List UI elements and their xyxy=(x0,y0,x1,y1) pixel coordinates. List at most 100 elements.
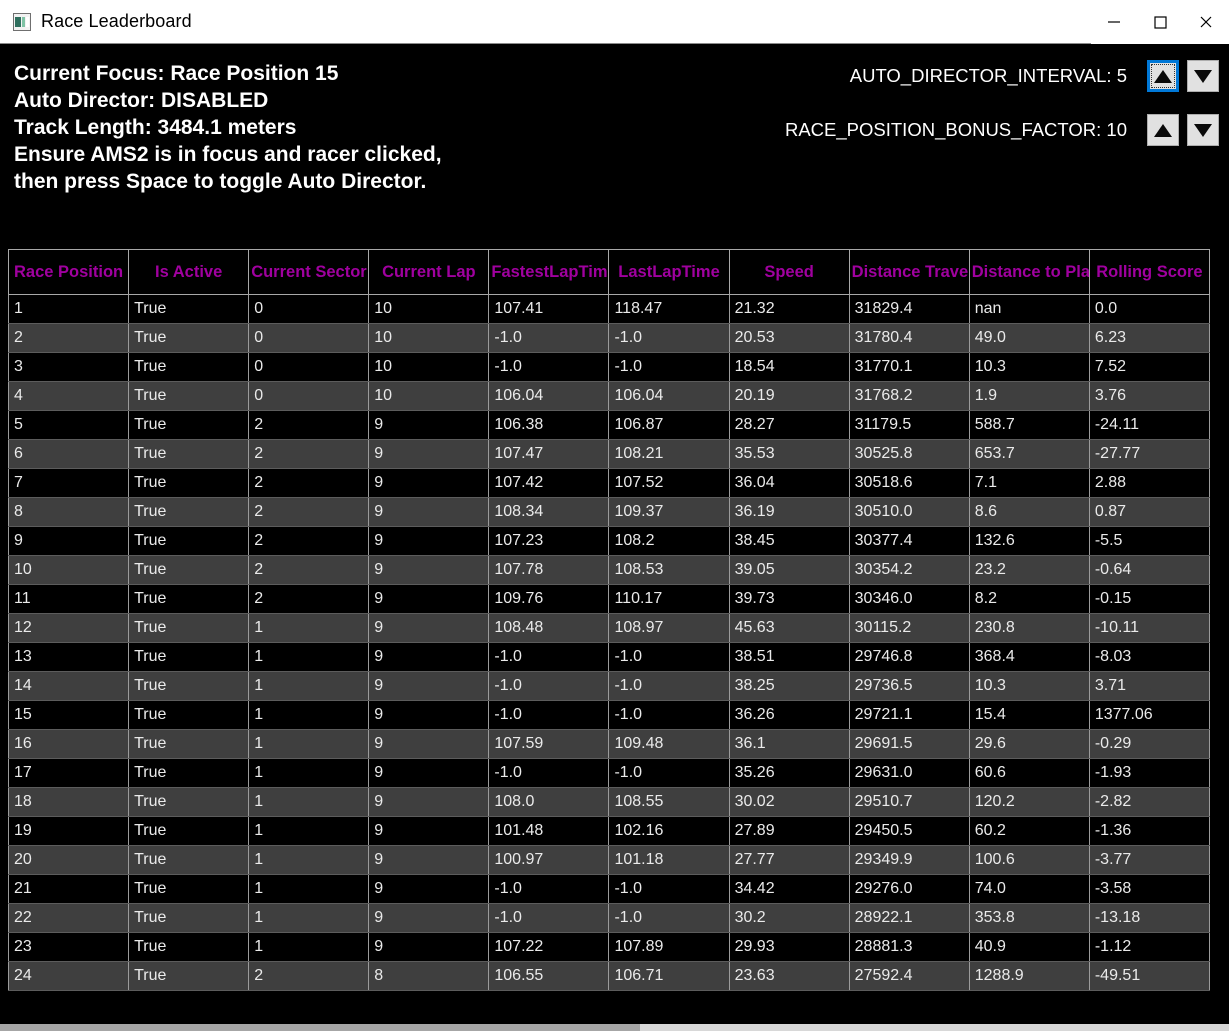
table-row[interactable]: 9 True 2 9 107.23 108.2 38.45 30377.4 132.6 -5.5 xyxy=(8,526,1211,556)
column-header-race-position[interactable]: Race Position xyxy=(8,249,130,295)
cell-distance-to-player-ahead: nan xyxy=(968,294,1090,324)
cell-fastest-lap-time: 106.38 xyxy=(488,410,610,440)
cell-distance-travelled: 29349.9 xyxy=(848,845,970,875)
table-row[interactable]: 2 True 0 10 -1.0 -1.0 20.53 31780.4 49.0 6.23 xyxy=(8,323,1211,353)
cell-distance-travelled: 30525.8 xyxy=(848,439,970,469)
taskbar-peek-left xyxy=(0,1024,640,1031)
table-row[interactable]: 5 True 2 9 106.38 106.87 28.27 31179.5 588.7 -24.… xyxy=(8,410,1211,440)
table-row[interactable]: 4 True 0 10 106.04 106.04 20.19 31768.2 1.9 3.76 xyxy=(8,381,1211,411)
cell-distance-to-player-ahead: 1288.9 xyxy=(968,961,1090,991)
cell-rolling-score: -24.11 xyxy=(1088,410,1211,440)
leaderboard-table-container[interactable]: Race Position Is Active Current Sector C… xyxy=(8,249,1221,1001)
cell-distance-to-player-ahead: 8.2 xyxy=(968,584,1090,614)
cell-speed: 27.77 xyxy=(728,845,850,875)
cell-is-active: True xyxy=(128,294,250,324)
cell-fastest-lap-time: -1.0 xyxy=(488,903,610,933)
auto-director-interval-decrease-button[interactable] xyxy=(1187,60,1219,92)
table-row[interactable]: 22 True 1 9 -1.0 -1.0 30.2 28922.1 353.8 -13.18 xyxy=(8,903,1211,933)
cell-rolling-score: 2.88 xyxy=(1088,468,1211,498)
table-row[interactable]: 1 True 0 10 107.41 118.47 21.32 31829.4 nan 0.0 xyxy=(8,294,1211,324)
cell-current-sector: 1 xyxy=(248,932,370,962)
cell-speed: 39.73 xyxy=(728,584,850,614)
cell-distance-travelled: 29450.5 xyxy=(848,816,970,846)
column-header-distance-travelled[interactable]: Distance Travelled xyxy=(848,249,970,295)
table-row[interactable]: 19 True 1 9 101.48 102.16 27.89 29450.5 60.2 -1.3… xyxy=(8,816,1211,846)
column-header-is-active[interactable]: Is Active xyxy=(128,249,250,295)
cell-speed: 36.26 xyxy=(728,700,850,730)
column-header-distance-to-player-ahead[interactable]: Distance to Player Ahead xyxy=(968,249,1090,295)
table-row[interactable]: 3 True 0 10 -1.0 -1.0 18.54 31770.1 10.3 7.52 xyxy=(8,352,1211,382)
table-row[interactable]: 7 True 2 9 107.42 107.52 36.04 30518.6 7.1 2.88 xyxy=(8,468,1211,498)
race-position-bonus-factor-increase-button[interactable] xyxy=(1147,114,1179,146)
cell-fastest-lap-time: -1.0 xyxy=(488,642,610,672)
table-row[interactable]: 6 True 2 9 107.47 108.21 35.53 30525.8 653.7 -27.… xyxy=(8,439,1211,469)
cell-last-lap-time: -1.0 xyxy=(608,903,730,933)
close-button[interactable] xyxy=(1183,0,1229,44)
cell-fastest-lap-time: 107.22 xyxy=(488,932,610,962)
table-row[interactable]: 8 True 2 9 108.34 109.37 36.19 30510.0 8.6 0.87 xyxy=(8,497,1211,527)
triangle-up-icon xyxy=(1154,69,1172,83)
cell-rolling-score: 0.0 xyxy=(1088,294,1211,324)
cell-current-sector: 2 xyxy=(248,410,370,440)
cell-distance-travelled: 31770.1 xyxy=(848,352,970,382)
cell-current-sector: 0 xyxy=(248,323,370,353)
app-icon xyxy=(13,12,31,31)
cell-race-position: 7 xyxy=(8,468,130,498)
cell-rolling-score: -1.12 xyxy=(1088,932,1211,962)
table-row[interactable]: 13 True 1 9 -1.0 -1.0 38.51 29746.8 368.4 -8.03 xyxy=(8,642,1211,672)
table-row[interactable]: 23 True 1 9 107.22 107.89 29.93 28881.3 40.9 -1.1… xyxy=(8,932,1211,962)
table-row[interactable]: 14 True 1 9 -1.0 -1.0 38.25 29736.5 10.3 3.71 xyxy=(8,671,1211,701)
table-row[interactable]: 17 True 1 9 -1.0 -1.0 35.26 29631.0 60.6 -1.93 xyxy=(8,758,1211,788)
cell-is-active: True xyxy=(128,439,250,469)
minimize-button[interactable] xyxy=(1091,0,1137,44)
cell-speed: 29.93 xyxy=(728,932,850,962)
cell-speed: 20.53 xyxy=(728,323,850,353)
table-row[interactable]: 24 True 2 8 106.55 106.71 23.63 27592.4 1288.9 -4… xyxy=(8,961,1211,991)
table-row[interactable]: 16 True 1 9 107.59 109.48 36.1 29691.5 29.6 -0.29 xyxy=(8,729,1211,759)
cell-current-sector: 1 xyxy=(248,642,370,672)
table-body: 1 True 0 10 107.41 118.47 21.32 31829.4 nan 0.0 2 T… xyxy=(8,294,1211,991)
column-header-last-lap-time[interactable]: LastLapTime xyxy=(608,249,730,295)
cell-current-sector: 2 xyxy=(248,584,370,614)
cell-distance-to-player-ahead: 653.7 xyxy=(968,439,1090,469)
cell-current-lap: 9 xyxy=(368,700,490,730)
cell-current-sector: 2 xyxy=(248,526,370,556)
column-header-fastest-lap-time[interactable]: FastestLapTime xyxy=(488,249,610,295)
cell-is-active: True xyxy=(128,642,250,672)
table-row[interactable]: 11 True 2 9 109.76 110.17 39.73 30346.0 8.2 -0.15 xyxy=(8,584,1211,614)
column-header-speed[interactable]: Speed xyxy=(728,249,850,295)
cell-race-position: 24 xyxy=(8,961,130,991)
race-position-bonus-factor-decrease-button[interactable] xyxy=(1187,114,1219,146)
cell-current-lap: 9 xyxy=(368,410,490,440)
cell-current-lap: 9 xyxy=(368,671,490,701)
cell-distance-travelled: 29746.8 xyxy=(848,642,970,672)
table-row[interactable]: 12 True 1 9 108.48 108.97 45.63 30115.2 230.8 -10… xyxy=(8,613,1211,643)
table-row[interactable]: 21 True 1 9 -1.0 -1.0 34.42 29276.0 74.0 -3.58 xyxy=(8,874,1211,904)
cell-current-sector: 2 xyxy=(248,468,370,498)
cell-last-lap-time: -1.0 xyxy=(608,352,730,382)
cell-distance-travelled: 27592.4 xyxy=(848,961,970,991)
column-header-current-lap[interactable]: Current Lap xyxy=(368,249,490,295)
table-row[interactable]: 10 True 2 9 107.78 108.53 39.05 30354.2 23.2 -0.6… xyxy=(8,555,1211,585)
cell-distance-travelled: 31780.4 xyxy=(848,323,970,353)
cell-current-lap: 9 xyxy=(368,932,490,962)
cell-is-active: True xyxy=(128,671,250,701)
table-row[interactable]: 20 True 1 9 100.97 101.18 27.77 29349.9 100.6 -3.… xyxy=(8,845,1211,875)
table-row[interactable]: 15 True 1 9 -1.0 -1.0 36.26 29721.1 15.4 1377.06 xyxy=(8,700,1211,730)
table-row[interactable]: 18 True 1 9 108.0 108.55 30.02 29510.7 120.2 -2.8… xyxy=(8,787,1211,817)
cell-last-lap-time: -1.0 xyxy=(608,758,730,788)
cell-current-lap: 10 xyxy=(368,323,490,353)
cell-fastest-lap-time: -1.0 xyxy=(488,323,610,353)
cell-race-position: 3 xyxy=(8,352,130,382)
column-header-current-sector[interactable]: Current Sector xyxy=(248,249,370,295)
cell-last-lap-time: 106.04 xyxy=(608,381,730,411)
cell-fastest-lap-time: 107.47 xyxy=(488,439,610,469)
cell-rolling-score: 3.76 xyxy=(1088,381,1211,411)
maximize-button[interactable] xyxy=(1137,0,1183,44)
column-header-rolling-score[interactable]: Rolling Score xyxy=(1088,249,1211,295)
cell-is-active: True xyxy=(128,932,250,962)
cell-is-active: True xyxy=(128,787,250,817)
cell-last-lap-time: 118.47 xyxy=(608,294,730,324)
cell-race-position: 17 xyxy=(8,758,130,788)
auto-director-interval-increase-button[interactable] xyxy=(1147,60,1179,92)
